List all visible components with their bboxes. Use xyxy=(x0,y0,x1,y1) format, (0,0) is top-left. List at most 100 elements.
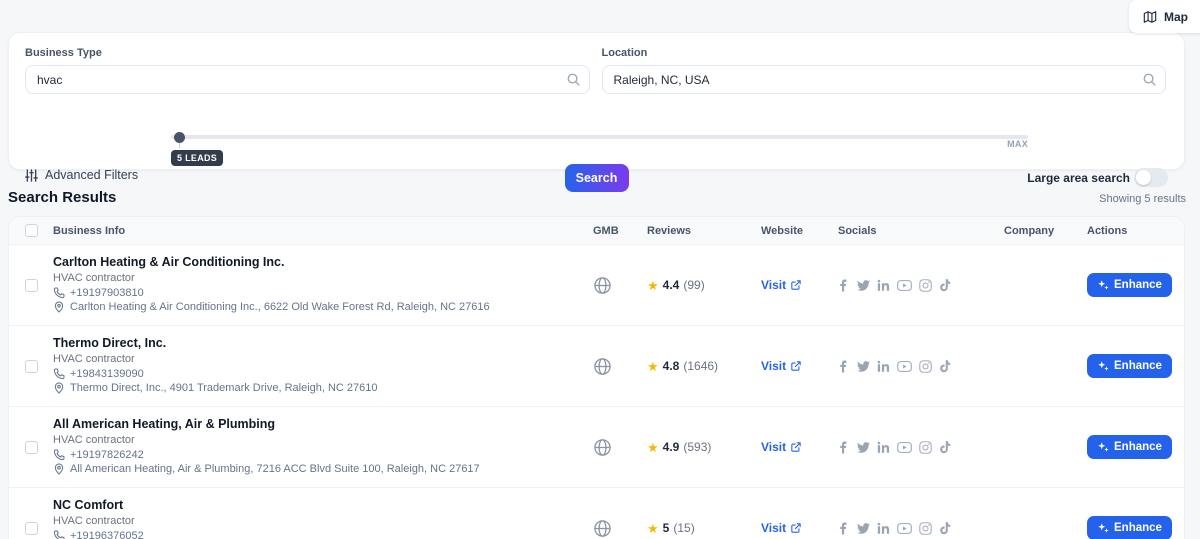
enhance-button[interactable]: Enhance xyxy=(1087,435,1172,459)
map-button[interactable]: Map xyxy=(1129,0,1200,33)
gmb-link[interactable] xyxy=(593,357,647,376)
large-area-search-label: Large area search xyxy=(1027,170,1130,185)
tiktok-icon xyxy=(939,521,951,535)
enhance-label: Enhance xyxy=(1114,441,1162,453)
business-category: HVAC contractor xyxy=(53,515,135,527)
advanced-filters-label: Advanced Filters xyxy=(45,168,139,182)
results-table: Business Info GMB Reviews Website Social… xyxy=(8,216,1185,539)
tiktok-icon xyxy=(939,440,951,454)
visit-label: Visit xyxy=(761,278,787,292)
gmb-link[interactable] xyxy=(593,519,647,538)
search-button[interactable]: Search xyxy=(564,164,629,192)
select-all-checkbox[interactable] xyxy=(25,224,38,237)
youtube-icon xyxy=(897,360,912,373)
globe-icon xyxy=(593,519,647,538)
toggle-knob xyxy=(1136,170,1151,185)
results-body: Carlton Heating & Air Conditioning Inc. … xyxy=(9,245,1184,539)
visit-website-link[interactable]: Visit xyxy=(761,440,838,454)
twitter-icon xyxy=(857,360,870,373)
rating-value: 4.4 xyxy=(662,278,680,292)
sparkles-icon xyxy=(1097,279,1109,291)
results-count: Showing 5 results xyxy=(1099,193,1186,205)
youtube-icon xyxy=(897,279,912,292)
search-icon xyxy=(566,72,581,87)
slider-track[interactable] xyxy=(171,135,1028,139)
enhance-button[interactable]: Enhance xyxy=(1087,354,1172,378)
visit-website-link[interactable]: Visit xyxy=(761,521,838,535)
enhance-label: Enhance xyxy=(1114,360,1162,372)
search-panel: Business Type Location xyxy=(8,32,1185,192)
sliders-icon xyxy=(25,168,38,182)
phone-icon xyxy=(53,530,65,539)
business-phone: +19197903810 xyxy=(70,287,144,299)
slider-max-label: MAX xyxy=(1007,139,1028,149)
rating-value: 4.9 xyxy=(662,440,680,454)
business-phone: +19197826242 xyxy=(70,449,144,461)
facebook-icon xyxy=(838,522,850,535)
globe-icon xyxy=(593,357,647,376)
facebook-icon xyxy=(838,279,850,292)
visit-label: Visit xyxy=(761,521,787,535)
twitter-icon xyxy=(857,279,870,292)
external-link-icon xyxy=(791,523,801,533)
business-name: Carlton Heating & Air Conditioning Inc. xyxy=(53,255,285,269)
row-checkbox[interactable] xyxy=(25,440,38,454)
location-pin-icon xyxy=(53,301,65,313)
globe-icon xyxy=(593,276,647,295)
phone-icon xyxy=(53,449,65,461)
facebook-icon xyxy=(838,360,850,373)
business-name: Thermo Direct, Inc. xyxy=(53,336,167,350)
phone-icon xyxy=(53,287,65,299)
sparkles-icon xyxy=(1097,441,1109,453)
gmb-link[interactable] xyxy=(593,438,647,457)
business-name: NC Comfort xyxy=(53,498,124,512)
large-area-search-toggle[interactable] xyxy=(1134,168,1168,187)
table-row: Carlton Heating & Air Conditioning Inc. … xyxy=(9,245,1184,326)
visit-label: Visit xyxy=(761,359,787,373)
business-name: All American Heating, Air & Plumbing xyxy=(53,417,276,431)
star-icon: ★ xyxy=(647,358,659,374)
row-checkbox[interactable] xyxy=(25,278,38,292)
star-icon: ★ xyxy=(647,439,659,455)
leads-slider[interactable]: 5 LEADS MAX xyxy=(171,132,1028,166)
business-category: HVAC contractor xyxy=(53,272,135,284)
instagram-icon xyxy=(919,521,932,535)
row-checkbox[interactable] xyxy=(25,521,38,535)
column-header-actions: Actions xyxy=(1087,224,1128,237)
instagram-icon xyxy=(919,440,932,454)
review-count: (593) xyxy=(683,440,712,454)
location-pin-icon xyxy=(53,382,65,394)
table-header-row: Business Info GMB Reviews Website Social… xyxy=(9,217,1184,245)
business-address: Thermo Direct, Inc., 4901 Trademark Driv… xyxy=(70,382,378,394)
enhance-button[interactable]: Enhance xyxy=(1087,516,1172,539)
review-count: (99) xyxy=(683,278,705,292)
slider-thumb[interactable] xyxy=(174,132,185,143)
location-label: Location xyxy=(601,47,648,59)
facebook-icon xyxy=(838,441,850,454)
star-icon: ★ xyxy=(647,277,659,293)
business-category: HVAC contractor xyxy=(53,434,135,446)
search-icon xyxy=(1142,72,1157,87)
column-header-reviews: Reviews xyxy=(647,224,692,237)
twitter-icon xyxy=(857,522,870,535)
gmb-link[interactable] xyxy=(593,276,647,295)
enhance-label: Enhance xyxy=(1114,522,1162,534)
visit-website-link[interactable]: Visit xyxy=(761,359,838,373)
enhance-button[interactable]: Enhance xyxy=(1087,273,1172,297)
review-count: (1646) xyxy=(683,359,719,373)
tiktok-icon xyxy=(939,278,951,292)
external-link-icon xyxy=(791,280,801,290)
rating-value: 4.8 xyxy=(662,359,680,373)
map-icon xyxy=(1143,10,1157,24)
instagram-icon xyxy=(919,278,932,292)
column-header-socials: Socials xyxy=(838,224,877,237)
location-input[interactable] xyxy=(601,65,1166,94)
row-checkbox[interactable] xyxy=(25,359,38,373)
business-address: Carlton Heating & Air Conditioning Inc.,… xyxy=(70,301,490,313)
visit-website-link[interactable]: Visit xyxy=(761,278,838,292)
business-type-input[interactable] xyxy=(25,65,590,94)
advanced-filters-button[interactable]: Advanced Filters xyxy=(25,168,138,182)
table-row: All American Heating, Air & Plumbing HVA… xyxy=(9,407,1184,488)
linkedin-icon xyxy=(877,522,890,535)
review-count: (15) xyxy=(673,521,695,535)
